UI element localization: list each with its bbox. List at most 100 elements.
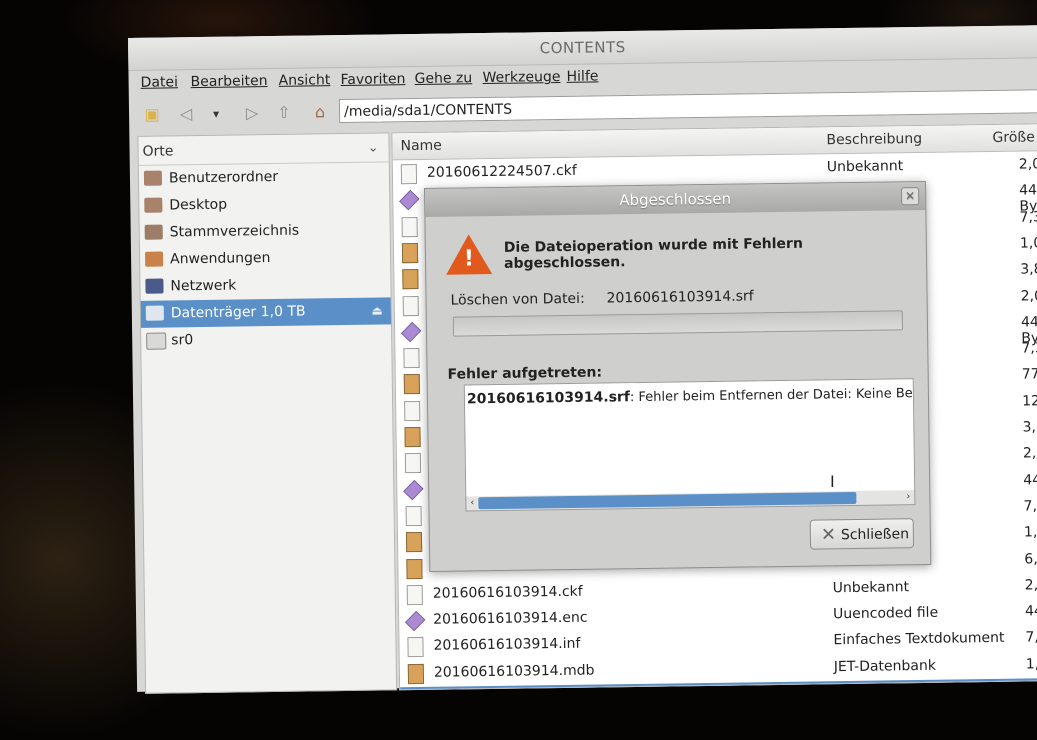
dialog-title: Abgeschlossen × [425, 182, 925, 217]
back-icon[interactable]: ◁ [175, 103, 197, 125]
file-name: 20160616103914.ckf [433, 584, 583, 602]
deleting-file: 20160616103914.srf [606, 288, 753, 306]
up-icon[interactable]: ⇧ [273, 102, 295, 124]
sidebar-item-label: Netzwerk [170, 278, 236, 295]
file-size: 2,0 [1021, 288, 1037, 304]
file-size: 7,3 [1024, 498, 1037, 514]
uuencoded-file-icon [399, 190, 419, 210]
sidebar-item-sr0[interactable]: sr0 [141, 324, 391, 354]
error-file: 20160616103914.srf [467, 389, 630, 407]
menu-favoriten[interactable]: Favoriten [340, 71, 405, 88]
column-name[interactable]: Name [400, 138, 442, 155]
image-file-icon [406, 558, 422, 578]
file-size: 6,1 [1024, 551, 1037, 567]
chevron-down-icon[interactable]: ⌄ [367, 134, 378, 164]
warning-exclamation-icon: ! [463, 246, 475, 271]
close-button-label: Schließen [841, 526, 909, 543]
dialog-message: Die Dateioperation wurde mit Fehlern abg… [504, 234, 926, 272]
home-folder-icon [144, 171, 162, 186]
menu-werkzeuge[interactable]: Werkzeuge [482, 69, 560, 86]
file-size: 1,0 [1020, 235, 1037, 251]
file-name: 20160616103914.inf [433, 636, 580, 654]
sidebar-item-home[interactable]: Benutzerordner [139, 162, 389, 192]
error-text: : Fehler beim Entfernen der Datei: Keine… [630, 386, 915, 405]
file-desc: Unbekannt [833, 579, 910, 596]
file-size: 8,3 [1026, 682, 1037, 690]
file-desc: Uuencoded file [833, 605, 938, 622]
scroll-right-icon[interactable]: › [902, 490, 914, 504]
sidebar-item-label: sr0 [171, 332, 193, 348]
uuencoded-file-icon [403, 479, 423, 499]
file-name: 20160612224507.ckf [427, 163, 577, 181]
file-size: 1,9 [1024, 524, 1037, 540]
sidebar-item-label: Benutzerordner [169, 169, 278, 187]
network-icon [145, 279, 163, 294]
close-icon: ✕ [821, 520, 837, 550]
menu-hilfe[interactable]: Hilfe [566, 68, 598, 84]
error-log[interactable]: 20160616103914.srf: Fehler beim Entferne… [464, 378, 916, 498]
error-entry: 20160616103914.srf: Fehler beim Entferne… [467, 385, 915, 408]
column-size[interactable]: Größe [992, 129, 1035, 146]
eject-icon[interactable]: ⏏ [371, 297, 383, 324]
folder-icon [145, 225, 163, 240]
uuencoded-file-icon [401, 322, 421, 342]
close-icon[interactable]: × [901, 187, 919, 205]
file-size: 1,8 [1026, 656, 1037, 672]
close-button[interactable]: ✕ Schließen [810, 518, 914, 549]
home-folder-icon[interactable]: ⌂ [309, 101, 331, 123]
file-size: 2,0 [1023, 446, 1037, 462]
sidebar-item-applications[interactable]: Anwendungen [140, 243, 390, 273]
file-size: 7,3 [1025, 630, 1037, 646]
menu-gehe-zu[interactable]: Gehe zu [414, 70, 472, 87]
file-desc: Einfaches Textdokument [833, 630, 1004, 648]
image-file-icon [404, 374, 420, 394]
sidebar-item-root[interactable]: Stammverzeichnis [140, 216, 390, 246]
forward-icon[interactable]: ▷ [241, 102, 263, 124]
file-size: 7,3 [1019, 209, 1037, 225]
file-size: 7,3 [1021, 340, 1037, 356]
places-header[interactable]: Orte ⌄ [138, 133, 388, 165]
menu-ansicht[interactable]: Ansicht [279, 72, 331, 89]
document-file-icon [401, 164, 417, 184]
file-name: 20160616103914.mdb [434, 662, 595, 680]
menu-datei[interactable]: Datei [141, 74, 179, 91]
text-cursor-icon: I [830, 472, 835, 491]
file-size: 2,0 [1019, 156, 1037, 172]
sidebar-item-desktop[interactable]: Desktop [139, 189, 389, 219]
scrollbar-thumb[interactable] [478, 492, 856, 509]
file-size: 774,2 [1022, 366, 1037, 383]
sidebar-item-label: Stammverzeichnis [170, 223, 300, 241]
document-file-icon [406, 506, 422, 526]
file-size: 129,5 [1022, 393, 1037, 410]
history-chevron-down-icon[interactable]: ▾ [205, 103, 227, 125]
document-file-icon [407, 637, 423, 657]
document-file-icon [403, 348, 419, 368]
document-file-icon [402, 217, 418, 237]
optical-drive-icon [146, 332, 166, 349]
sidebar-item-drive[interactable]: Datenträger 1,0 TB ⏏ [141, 297, 391, 327]
sidebar-item-label: Datenträger 1,0 TB [171, 304, 306, 322]
dialog-title-text: Abgeschlossen [619, 190, 731, 210]
desktop-folder-icon [144, 198, 162, 213]
column-description[interactable]: Beschreibung [826, 131, 922, 148]
menu-bearbeiten[interactable]: Bearbeiten [191, 73, 268, 90]
progress-bar [453, 310, 903, 336]
image-file-icon [408, 664, 424, 684]
places-sidebar: Orte ⌄ Benutzerordner Desktop Stammverze… [137, 132, 397, 693]
document-file-icon [404, 401, 420, 421]
file-size: 2,0 [1025, 577, 1037, 593]
sidebar-item-label: Anwendungen [170, 250, 271, 267]
places-header-label: Orte [142, 143, 173, 159]
document-file-icon [405, 453, 421, 473]
file-desc: JET-Datenbank [834, 657, 936, 674]
completion-dialog: Abgeschlossen × ! Die Dateioperation wur… [424, 181, 931, 572]
hard-drive-icon [146, 306, 164, 321]
file-size: 3,1 [1022, 419, 1037, 435]
new-folder-icon[interactable]: ▣ [141, 104, 163, 126]
file-desc: Unbekannt [827, 158, 904, 175]
sidebar-item-label: Desktop [169, 197, 227, 214]
location-input[interactable]: /media/sda1/CONTENTS [339, 89, 1037, 123]
scroll-left-icon[interactable]: ‹ [466, 496, 478, 510]
file-size: 44 B [1023, 472, 1037, 488]
sidebar-item-network[interactable]: Netzwerk [140, 270, 390, 300]
